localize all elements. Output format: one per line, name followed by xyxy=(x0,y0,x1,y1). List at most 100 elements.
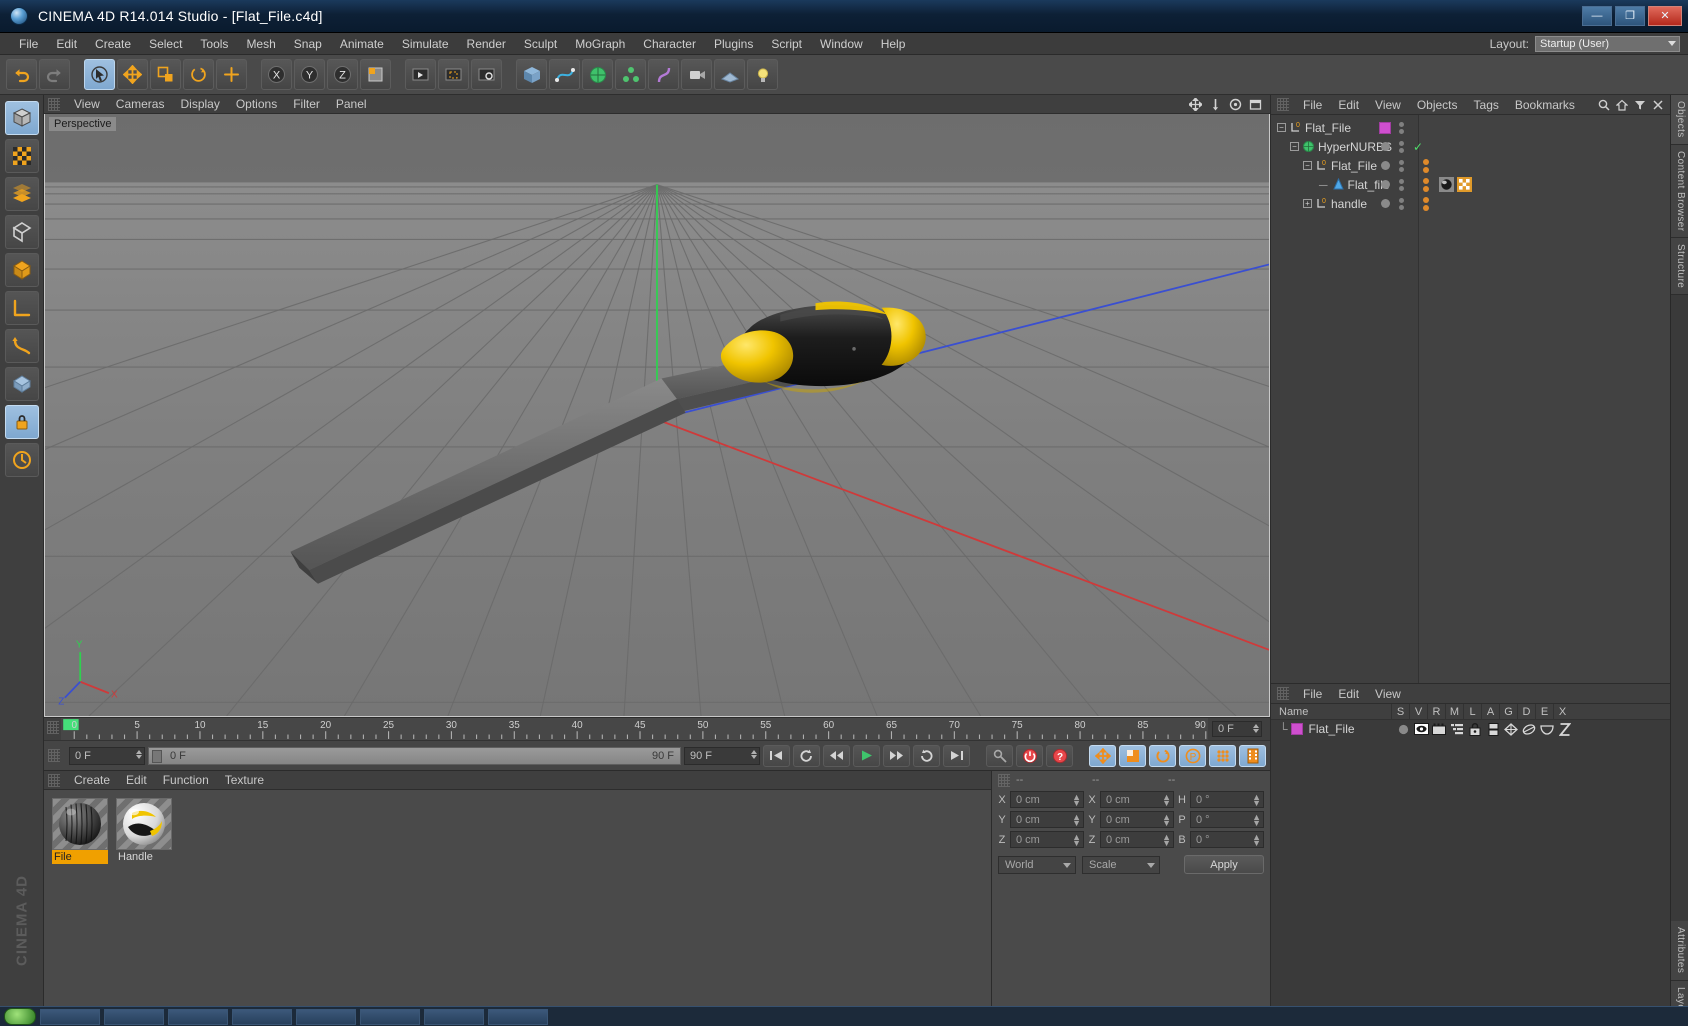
object-color-chip[interactable] xyxy=(1379,121,1391,134)
object-visibility-dots[interactable] xyxy=(1399,160,1404,172)
autokeying-button[interactable] xyxy=(1016,744,1043,767)
object-tags[interactable] xyxy=(1439,177,1472,192)
frame-spinner[interactable] xyxy=(1253,723,1259,733)
time-scrubber[interactable]: 0 F 90 F xyxy=(148,746,681,765)
lock-axis-button[interactable] xyxy=(4,405,39,439)
viewport-menu-options[interactable]: Options xyxy=(228,96,285,112)
stepper-icon[interactable]: ▲ ▼ xyxy=(1252,793,1261,808)
taskbar-item[interactable] xyxy=(40,1008,100,1025)
menu-script[interactable]: Script xyxy=(762,35,811,53)
start-frame-spinner[interactable] xyxy=(136,749,142,759)
stepper-icon[interactable]: ▲ ▼ xyxy=(1162,793,1171,808)
object-row-handle[interactable]: + 0 handle xyxy=(1271,194,1429,213)
layers-menu-file[interactable]: File xyxy=(1295,686,1330,702)
add-spline-button[interactable] xyxy=(549,59,580,90)
taskbar-item[interactable] xyxy=(232,1008,292,1025)
layer-color-chip[interactable] xyxy=(1290,723,1303,735)
taskbar-item[interactable] xyxy=(360,1008,420,1025)
generator-icon[interactable] xyxy=(1504,722,1519,736)
free-move-button[interactable] xyxy=(216,59,247,90)
lock-icon[interactable] xyxy=(1468,722,1483,736)
xref-icon[interactable] xyxy=(1558,722,1573,736)
next-frame-button[interactable] xyxy=(883,744,910,767)
animation-icon[interactable] xyxy=(1486,722,1501,736)
object-enable-toggle[interactable] xyxy=(1381,161,1390,170)
polygons-mode-button[interactable] xyxy=(4,253,39,287)
perspective-viewport[interactable]: Perspective Y X Z xyxy=(44,114,1270,717)
close-button[interactable]: ✕ xyxy=(1648,6,1682,26)
expander-icon[interactable]: − xyxy=(1277,123,1286,132)
model-mode-button[interactable] xyxy=(4,101,39,135)
object-enable-toggle[interactable] xyxy=(1381,142,1390,151)
menu-help[interactable]: Help xyxy=(872,35,915,53)
rotation-b-field[interactable]: 0 ° ▲ ▼ xyxy=(1190,831,1264,848)
object-panel-grip-icon[interactable] xyxy=(1277,98,1289,111)
dolly-icon[interactable] xyxy=(1209,98,1222,111)
object-menu-tags[interactable]: Tags xyxy=(1466,97,1507,113)
apply-button[interactable]: Apply xyxy=(1184,855,1264,874)
taskbar-item[interactable] xyxy=(168,1008,228,1025)
go-to-end-button[interactable] xyxy=(943,744,970,767)
menu-animate[interactable]: Animate xyxy=(331,35,393,53)
taskbar-item[interactable] xyxy=(296,1008,356,1025)
scale-button[interactable] xyxy=(150,59,181,90)
home-icon[interactable] xyxy=(1616,99,1628,111)
menu-plugins[interactable]: Plugins xyxy=(705,35,762,53)
object-axis-button[interactable] xyxy=(4,291,39,325)
menu-select[interactable]: Select xyxy=(140,35,191,53)
layers-menu-edit[interactable]: Edit xyxy=(1330,686,1367,702)
expression-icon[interactable] xyxy=(1540,723,1555,736)
menu-file[interactable]: File xyxy=(10,35,47,53)
filter-icon[interactable] xyxy=(1634,99,1646,111)
taskbar-item[interactable] xyxy=(104,1008,164,1025)
object-tree-area[interactable]: − 0 Flat_File − HyperNURBS ✓ − 0 Flat_Fi… xyxy=(1271,115,1670,683)
object-tag-dots[interactable] xyxy=(1423,159,1429,173)
play-button[interactable] xyxy=(853,744,880,767)
material-tag-icon[interactable] xyxy=(1439,177,1454,192)
stepper-icon[interactable]: ▲ ▼ xyxy=(1162,813,1171,828)
layers-menu-view[interactable]: View xyxy=(1367,686,1409,702)
coordinates-grip-icon[interactable] xyxy=(998,773,1010,787)
points-mode-button[interactable] xyxy=(4,177,39,211)
end-frame-field[interactable]: 90 F xyxy=(684,746,760,765)
transport-grip-icon[interactable] xyxy=(48,749,60,762)
material-name-file[interactable]: File xyxy=(52,850,108,864)
expander-icon[interactable]: − xyxy=(1303,161,1312,170)
object-row-hypernurbs[interactable]: − HyperNURBS ✓ xyxy=(1271,137,1423,156)
taskbar-item[interactable] xyxy=(488,1008,548,1025)
render-settings-button[interactable] xyxy=(471,59,502,90)
rotate-view-icon[interactable] xyxy=(1229,98,1242,111)
menu-sculpt[interactable]: Sculpt xyxy=(515,35,566,53)
play-backwards-button[interactable] xyxy=(793,744,820,767)
menu-create[interactable]: Create xyxy=(86,35,140,53)
eye-icon[interactable] xyxy=(1413,723,1429,736)
coordinate-system-dropdown[interactable]: World xyxy=(998,855,1076,874)
check-icon[interactable]: ✓ xyxy=(1413,140,1423,154)
point-level-animation-button[interactable] xyxy=(1209,744,1236,767)
object-enable-toggle[interactable] xyxy=(1381,180,1390,189)
viewport-menu-panel[interactable]: Panel xyxy=(328,96,375,112)
size-z-field[interactable]: 0 cm ▲ ▼ xyxy=(1100,831,1174,848)
stepper-icon[interactable]: ▲ ▼ xyxy=(1072,813,1081,828)
add-floor-button[interactable] xyxy=(714,59,745,90)
panel-grip-icon[interactable] xyxy=(48,97,60,111)
menu-window[interactable]: Window xyxy=(811,35,872,53)
viewport-menu-view[interactable]: View xyxy=(66,96,108,112)
close-icon[interactable] xyxy=(1652,99,1664,111)
rotation-h-field[interactable]: 0 ° ▲ ▼ xyxy=(1190,791,1264,808)
render-region-button[interactable] xyxy=(438,59,469,90)
texture-mode-button[interactable] xyxy=(4,139,39,173)
workplane-button[interactable] xyxy=(4,329,39,363)
tab-attributes[interactable]: Attributes xyxy=(1671,921,1688,981)
render-icon[interactable] xyxy=(1432,723,1447,736)
material-menu-texture[interactable]: Texture xyxy=(217,772,272,788)
maximize-button[interactable]: ❐ xyxy=(1615,6,1645,26)
material-item-file[interactable]: File xyxy=(52,798,108,864)
lock-z-axis-button[interactable]: Z xyxy=(327,59,358,90)
menu-simulate[interactable]: Simulate xyxy=(393,35,458,53)
stepper-icon[interactable]: ▲ ▼ xyxy=(1252,833,1261,848)
scrubber-handle[interactable] xyxy=(152,749,162,763)
move-button[interactable] xyxy=(117,59,148,90)
go-to-start-button[interactable] xyxy=(763,744,790,767)
stepper-icon[interactable]: ▲ ▼ xyxy=(1162,833,1171,848)
